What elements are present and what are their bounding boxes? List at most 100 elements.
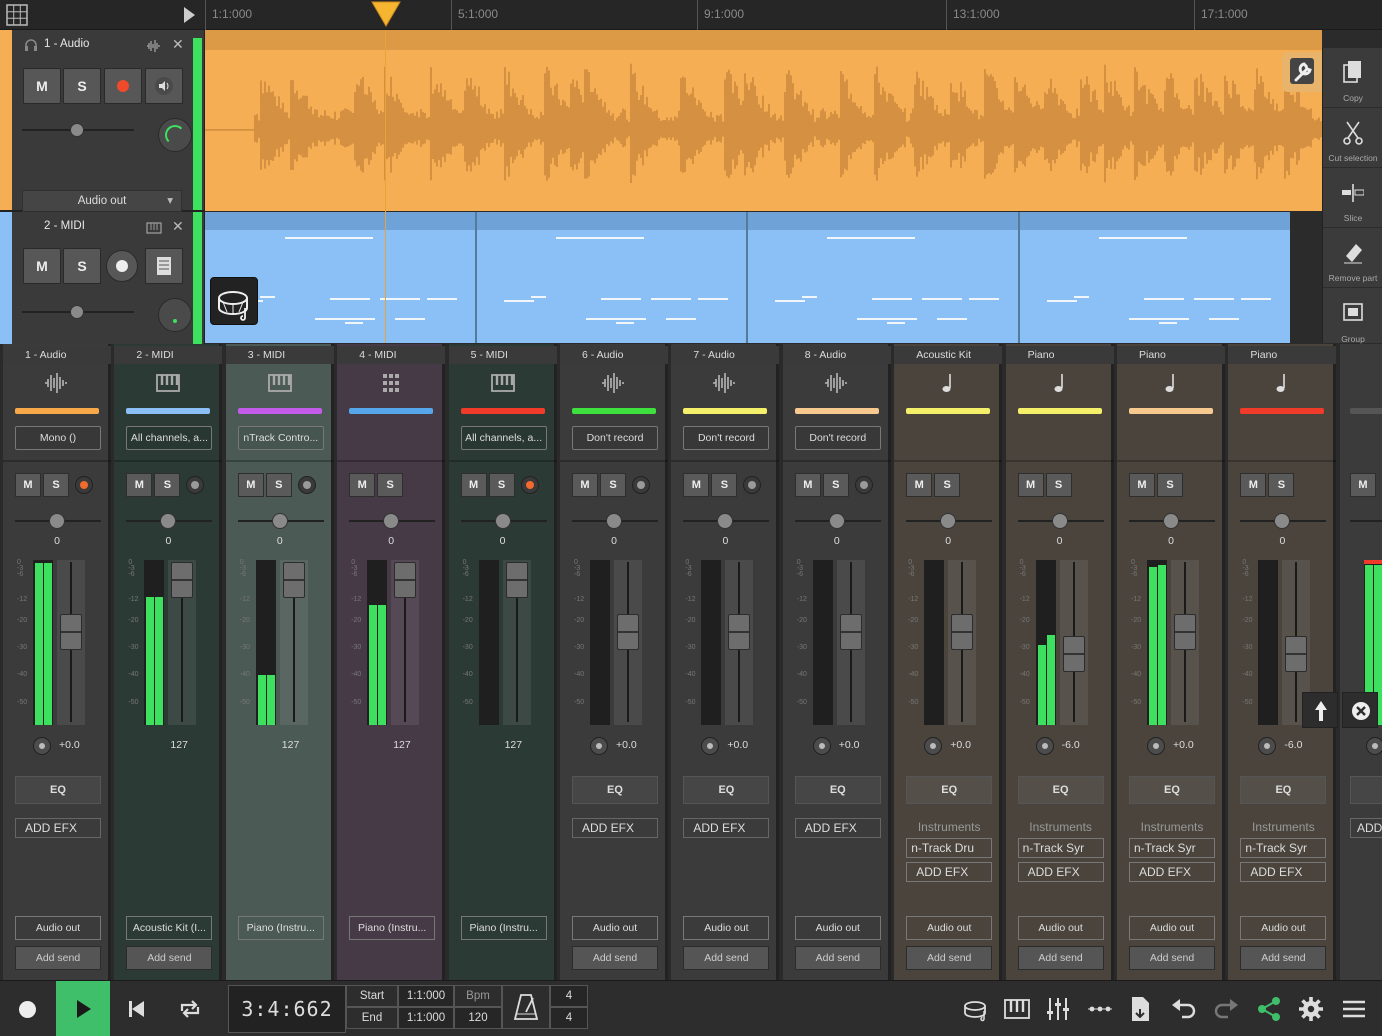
add-efx-button[interactable]: ADD EFX [1017,862,1104,882]
fader-handle[interactable] [1285,636,1308,672]
audio-clip[interactable] [205,30,1322,211]
eq-button[interactable]: EQ [1129,776,1215,804]
eq-button[interactable]: EQ [572,776,658,804]
rewind-button[interactable] [118,981,154,1036]
time-sig-top[interactable]: 4 [550,985,588,1007]
solo-button[interactable]: S [43,473,69,497]
wrench-button[interactable] [1282,52,1322,92]
solo-button[interactable]: S [488,473,515,497]
fader-handle[interactable] [171,562,194,598]
track-name[interactable]: 1 - Audio [44,38,89,50]
fader-handle[interactable] [505,562,528,598]
volume-slider-knob[interactable] [70,123,84,137]
add-efx-button[interactable]: ADD EFX [683,818,770,838]
solo-button[interactable]: S [1268,473,1295,497]
add-send-button[interactable]: Add send [1129,946,1215,970]
input-select[interactable]: Don't record [794,426,881,450]
copy-button[interactable]: Copy [1323,48,1382,108]
record-button[interactable] [8,981,48,1036]
fader-handle[interactable] [839,614,862,650]
drum-instrument-button[interactable] [210,277,258,325]
track-header-midi[interactable]: 2 - MIDI ✕ M S [0,212,205,344]
record-arm-button[interactable] [186,476,205,494]
menu-icon[interactable] [1340,995,1368,1023]
strip-name[interactable]: 4 - MIDI [337,346,446,364]
time-display[interactable]: 3:4:662 [228,985,346,1033]
output-select[interactable]: Piano (Instru... [237,916,324,940]
more-effects-icon[interactable] [1086,995,1114,1023]
mute-button[interactable]: M [23,68,61,104]
pan-knob[interactable] [383,513,400,529]
eq-button[interactable]: EQ [906,776,993,804]
record-arm-button[interactable] [520,476,539,494]
add-send-button[interactable]: Add send [126,946,213,970]
slice-button[interactable]: Slice [1323,168,1382,228]
remove-part-button[interactable]: Remove part [1323,228,1382,288]
eq-button[interactable]: EQ [794,776,881,804]
mute-button[interactable]: M [23,248,61,284]
fader-handle[interactable] [617,614,639,650]
add-efx-button[interactable]: ADD EFX [1129,862,1215,882]
fader-handle[interactable] [728,614,751,650]
piano-roll-button[interactable] [145,248,183,284]
group-button[interactable]: Group [1323,288,1382,348]
strip-name[interactable]: 7 - Audio [671,346,780,364]
pan-knob[interactable] [494,513,511,529]
add-efx-button[interactable]: ADD EFX [906,862,993,882]
fader-handle[interactable] [394,562,417,598]
mixer-strip[interactable]: 7 - Audio Don't record M S 0 0 -3 -6 -12 -20 -30 -4… [671,344,780,980]
audio-output-select[interactable]: Audio out ▾ [22,190,182,212]
strip-name[interactable]: Piano [1005,346,1114,364]
pan-knob[interactable] [158,298,192,332]
mixer-strip[interactable]: 3 - MIDI nTrack Contro... M S 0 0 -3 -6 -12 -20 -3… [225,344,334,980]
monitor-button[interactable] [701,737,720,755]
pan-knob[interactable] [1163,513,1179,529]
pan-knob[interactable] [271,513,288,529]
add-send-button[interactable]: Add send [1017,946,1104,970]
mute-button[interactable]: M [572,473,598,497]
mixer-strip[interactable]: 4 - MIDI M S 0 0 -3 -6 -12 -20 -30 -40 -50 127 Piano … [337,344,446,980]
add-send-button[interactable]: Add send [15,946,101,970]
instrument-slot[interactable]: n-Track Syr [1240,838,1327,858]
bpm-value[interactable]: 120 [454,1007,502,1029]
playhead-marker-icon[interactable] [370,0,402,28]
add-send-button[interactable]: Add send [683,946,770,970]
mixer-strip[interactable]: Piano M S 0 0 -3 -6 -12 -20 -30 -40 -50 +0.0 EQ Instru… [1117,344,1225,980]
strip-name[interactable]: 5 - MIDI [448,346,557,364]
input-select[interactable]: Don't record [683,426,770,450]
time-sig-bottom[interactable]: 4 [550,1007,588,1029]
solo-button[interactable]: S [934,473,961,497]
monitor-button[interactable] [145,68,183,104]
grid-icon[interactable] [6,4,28,26]
eq-button[interactable]: EQ [1240,776,1327,804]
pan-knob[interactable] [940,513,957,529]
mixer-strip[interactable]: 8 - Audio Don't record M S 0 0 -3 -6 -12 -20 -30 -4… [782,344,891,980]
pan-knob[interactable] [49,513,65,529]
output-select[interactable]: Audio out [1017,916,1104,940]
pan-slider[interactable] [1350,520,1382,522]
add-send-button[interactable]: Add send [1240,946,1327,970]
mute-button[interactable]: M [1240,473,1267,497]
mixer-icon[interactable] [1044,995,1072,1023]
mute-button[interactable]: M [15,473,41,497]
gear-icon[interactable] [1297,995,1325,1023]
solo-button[interactable]: S [377,473,404,497]
monitor-button[interactable] [1366,737,1382,755]
mute-button[interactable]: M [683,473,710,497]
track-name[interactable]: 2 - MIDI [44,220,85,232]
add-send-button[interactable]: Add send [794,946,881,970]
monitor-button[interactable] [924,737,943,755]
pan-knob[interactable] [828,513,845,529]
cut-selection-button[interactable]: Cut selection [1323,108,1382,168]
add-efx-button[interactable]: ADD EFX [794,818,881,838]
fader-handle[interactable] [60,614,82,650]
mute-button[interactable]: M [126,473,153,497]
monitor-button[interactable] [33,737,51,755]
share-icon[interactable] [1255,995,1283,1023]
input-select[interactable]: All channels, a... [126,426,213,450]
solo-button[interactable]: S [63,68,101,104]
mixer-strip[interactable]: Piano M S 0 0 -3 -6 -12 -20 -30 -40 -50 -6.0 EQ Instru… [1005,344,1114,980]
output-select[interactable]: Piano (Instru... [349,916,436,940]
strip-name[interactable]: 3 - MIDI [225,346,334,364]
end-value[interactable]: 1:1:000 [398,1007,454,1029]
